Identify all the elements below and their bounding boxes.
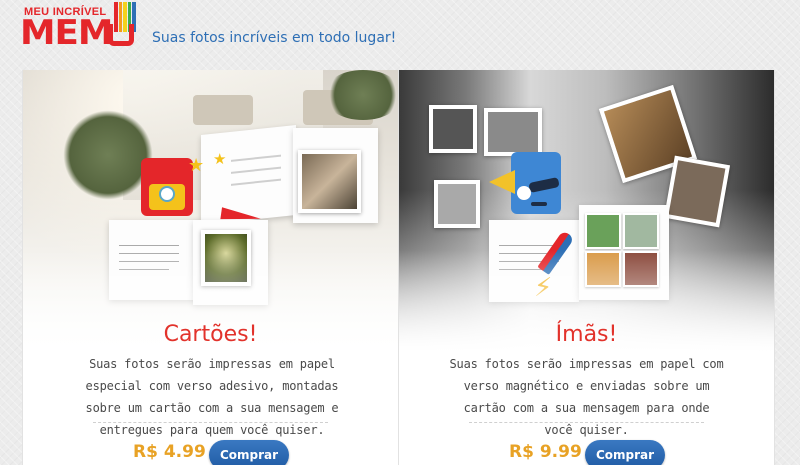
photo-print xyxy=(434,180,480,228)
logo[interactable]: MEU INCRÍVEL MEM xyxy=(20,2,136,54)
product-description: Suas fotos serão impressas em papel espe… xyxy=(85,357,339,437)
photo-print xyxy=(484,108,542,156)
product-card-cartoes: ★ ★ Cartões! Suas fotos serão impressas … xyxy=(22,70,399,465)
product-price: R$ 4.99 xyxy=(133,442,206,462)
buy-button[interactable]: Comprar xyxy=(585,440,665,465)
product-description: Suas fotos serão impressas em papel com … xyxy=(449,357,724,437)
product-card-imas: ⚡ Ímãs! Suas fotos serão impressas em pa… xyxy=(398,70,775,465)
product-title: Cartões! xyxy=(163,322,258,347)
photo-print xyxy=(298,150,361,213)
divider xyxy=(93,422,328,423)
greeting-card-left-page xyxy=(201,125,296,225)
star-icon: ★ xyxy=(213,150,227,168)
logo-main-text: MEM xyxy=(20,13,113,53)
photo-print xyxy=(429,105,477,153)
photo-fade xyxy=(399,250,774,370)
beak-decoration xyxy=(489,170,515,194)
mascot-blue xyxy=(511,152,561,214)
plant xyxy=(63,110,153,200)
plant xyxy=(323,70,398,120)
star-icon: ★ xyxy=(188,155,205,176)
mascot-red xyxy=(141,158,193,216)
header: MEU INCRÍVEL MEM Suas fotos incríveis em… xyxy=(0,0,800,62)
product-title: Ímãs! xyxy=(555,322,618,347)
divider xyxy=(469,422,704,423)
flower-pot xyxy=(193,95,253,125)
photo-fade xyxy=(23,250,398,370)
photo-print xyxy=(663,155,731,228)
product-price: R$ 9.99 xyxy=(509,442,582,462)
buy-button[interactable]: Comprar xyxy=(209,440,289,465)
tagline: Suas fotos incríveis em todo lugar! xyxy=(152,30,397,46)
